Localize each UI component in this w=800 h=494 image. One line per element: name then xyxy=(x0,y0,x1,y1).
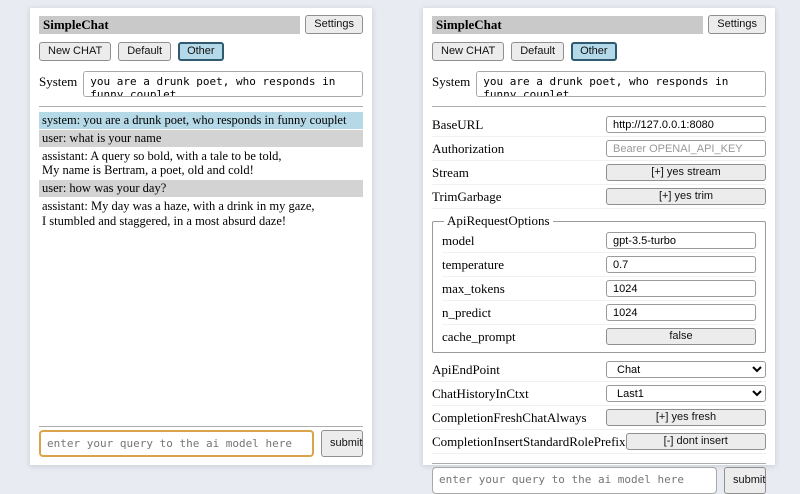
new-chat-button[interactable]: New CHAT xyxy=(39,42,111,61)
authorization-label: Authorization xyxy=(432,141,504,157)
chat-message-assistant: assistant: My day was a haze, with a dri… xyxy=(39,198,363,230)
cache-prompt-label: cache_prompt xyxy=(442,329,516,345)
n-predict-input[interactable] xyxy=(606,304,756,321)
setting-row-baseurl: BaseURL xyxy=(432,113,766,137)
completion-insert-toggle-button[interactable]: [-] dont insert xyxy=(626,433,766,450)
model-label: model xyxy=(442,233,475,249)
chat-panel: SimpleChat Settings New CHAT Default Oth… xyxy=(30,8,372,465)
api-request-options-legend: ApiRequestOptions xyxy=(444,213,553,229)
setting-row-cache-prompt: cache_prompt false xyxy=(442,325,756,348)
temperature-input[interactable] xyxy=(606,256,756,273)
system-prompt-input[interactable]: you are a drunk poet, who responds in fu… xyxy=(476,71,766,97)
api-endpoint-select[interactable]: Chat xyxy=(606,361,766,378)
api-endpoint-label: ApiEndPoint xyxy=(432,362,500,378)
max-tokens-label: max_tokens xyxy=(442,281,505,297)
stream-label: Stream xyxy=(432,165,469,181)
chat-message-assistant: assistant: A query so bold, with a tale … xyxy=(39,148,363,180)
setting-row-trimgarbage: TrimGarbage [+] yes trim xyxy=(432,185,766,209)
divider xyxy=(432,106,766,107)
trimgarbage-label: TrimGarbage xyxy=(432,189,502,205)
query-input[interactable] xyxy=(432,467,717,494)
setting-row-chat-history-in-ctxt: ChatHistoryInCtxt Last1 xyxy=(432,382,766,406)
settings-list: BaseURL Authorization Stream [+] yes str… xyxy=(432,113,766,454)
session-tab-default[interactable]: Default xyxy=(511,42,564,61)
title-row: SimpleChat Settings xyxy=(432,15,766,34)
title-row: SimpleChat Settings xyxy=(39,15,363,34)
divider xyxy=(432,463,766,464)
temperature-label: temperature xyxy=(442,257,504,273)
app-title: SimpleChat xyxy=(39,16,300,34)
n-predict-label: n_predict xyxy=(442,305,491,321)
setting-row-model: model xyxy=(442,229,756,253)
session-toolbar: New CHAT Default Other xyxy=(432,42,766,61)
system-prompt-row: System you are a drunk poet, who respond… xyxy=(39,71,363,97)
chat-message-user: user: how was your day? xyxy=(39,180,363,197)
setting-row-stream: Stream [+] yes stream xyxy=(432,161,766,185)
setting-row-authorization: Authorization xyxy=(432,137,766,161)
divider xyxy=(39,426,363,427)
setting-row-completion-fresh-chat-always: CompletionFreshChatAlways [+] yes fresh xyxy=(432,406,766,430)
session-toolbar: New CHAT Default Other xyxy=(39,42,363,61)
authorization-input[interactable] xyxy=(606,140,766,157)
completion-fresh-toggle-button[interactable]: [+] yes fresh xyxy=(606,409,766,426)
api-request-options-group: ApiRequestOptions model temperature max_… xyxy=(432,213,766,353)
session-tab-other[interactable]: Other xyxy=(571,42,617,61)
chat-message-user: user: what is your name xyxy=(39,130,363,147)
chat-history-in-ctxt-select[interactable]: Last1 xyxy=(606,385,766,402)
trimgarbage-toggle-button[interactable]: [+] yes trim xyxy=(606,188,766,205)
divider xyxy=(39,106,363,107)
submit-button[interactable]: submit xyxy=(724,467,766,494)
cache-prompt-toggle-button[interactable]: false xyxy=(606,328,756,345)
system-label: System xyxy=(39,71,77,90)
settings-button[interactable]: Settings xyxy=(708,15,766,34)
query-footer: submit xyxy=(432,454,766,494)
settings-button[interactable]: Settings xyxy=(305,15,363,34)
completion-insert-standard-role-prefix-label: CompletionInsertStandardRolePrefix xyxy=(432,434,626,450)
baseurl-label: BaseURL xyxy=(432,117,483,133)
model-input[interactable] xyxy=(606,232,756,249)
system-prompt-input[interactable]: you are a drunk poet, who responds in fu… xyxy=(83,71,363,97)
setting-row-max-tokens: max_tokens xyxy=(442,277,756,301)
chat-message-system: system: you are a drunk poet, who respon… xyxy=(39,112,363,129)
query-input[interactable] xyxy=(39,430,314,457)
max-tokens-input[interactable] xyxy=(606,280,756,297)
query-footer: submit xyxy=(39,417,363,457)
chat-message-list: system: you are a drunk poet, who respon… xyxy=(39,112,363,417)
setting-row-n-predict: n_predict xyxy=(442,301,756,325)
stream-toggle-button[interactable]: [+] yes stream xyxy=(606,164,766,181)
setting-row-completion-insert-standard-role-prefix: CompletionInsertStandardRolePrefix [-] d… xyxy=(432,430,766,454)
settings-panel: SimpleChat Settings New CHAT Default Oth… xyxy=(423,8,775,465)
system-prompt-row: System you are a drunk poet, who respond… xyxy=(432,71,766,97)
session-tab-default[interactable]: Default xyxy=(118,42,171,61)
app-title: SimpleChat xyxy=(432,16,703,34)
completion-fresh-chat-always-label: CompletionFreshChatAlways xyxy=(432,410,587,426)
baseurl-input[interactable] xyxy=(606,116,766,133)
submit-button[interactable]: submit xyxy=(321,430,363,457)
setting-row-temperature: temperature xyxy=(442,253,756,277)
session-tab-other[interactable]: Other xyxy=(178,42,224,61)
chat-history-in-ctxt-label: ChatHistoryInCtxt xyxy=(432,386,529,402)
setting-row-api-endpoint: ApiEndPoint Chat xyxy=(432,358,766,382)
system-label: System xyxy=(432,71,470,90)
new-chat-button[interactable]: New CHAT xyxy=(432,42,504,61)
